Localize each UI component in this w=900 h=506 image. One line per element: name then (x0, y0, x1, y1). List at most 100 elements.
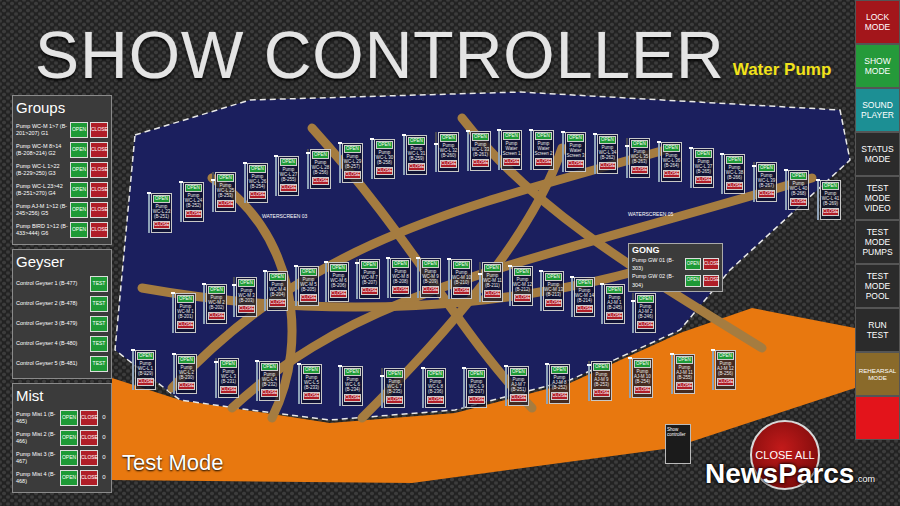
open-button[interactable]: OPEN (408, 137, 425, 145)
slider-knob[interactable] (657, 141, 661, 143)
level-slider[interactable] (172, 293, 174, 333)
open-button[interactable]: OPEN (514, 268, 531, 276)
level-slider[interactable] (626, 138, 628, 178)
slider-knob[interactable] (508, 265, 512, 267)
close-button[interactable]: CLOSE (703, 258, 719, 270)
slider-knob[interactable] (816, 179, 820, 181)
level-slider[interactable] (594, 134, 596, 174)
open-button[interactable]: OPEN (535, 132, 552, 140)
level-slider[interactable] (509, 266, 511, 306)
open-button[interactable]: OPEN (427, 370, 444, 378)
mode-button[interactable]: TEST MODE PUMPS (855, 220, 900, 264)
slider-knob[interactable] (370, 138, 374, 140)
slider-knob[interactable] (171, 292, 175, 294)
level-slider[interactable] (203, 284, 205, 324)
slider-knob[interactable] (529, 129, 533, 131)
open-button[interactable]: OPEN (545, 273, 562, 281)
slider-knob[interactable] (380, 375, 384, 377)
level-slider[interactable] (785, 170, 787, 210)
open-button[interactable]: OPEN (344, 145, 361, 153)
level-slider[interactable] (479, 262, 481, 302)
slider-knob[interactable] (631, 300, 635, 302)
open-button[interactable]: OPEN (551, 366, 568, 374)
slider-knob[interactable] (504, 365, 508, 367)
close-button[interactable]: CLOSE (178, 382, 195, 390)
slider-knob[interactable] (232, 284, 236, 286)
open-button[interactable]: OPEN (468, 370, 485, 378)
open-button[interactable]: OPEN (60, 430, 78, 446)
slider-knob[interactable] (593, 133, 597, 135)
slider-knob[interactable] (570, 276, 574, 278)
close-button[interactable]: CLOSE (758, 190, 775, 198)
close-button[interactable]: CLOSE (261, 389, 278, 397)
close-button[interactable]: CLOSE (535, 158, 552, 166)
slider-knob[interactable] (720, 153, 724, 155)
level-slider[interactable] (215, 358, 217, 398)
level-slider[interactable] (307, 149, 309, 189)
mode-button[interactable]: LOCK MODE (855, 0, 900, 44)
close-button[interactable]: CLOSE (303, 392, 320, 400)
close-button[interactable]: CLOSE (137, 378, 154, 386)
close-button[interactable]: CLOSE (376, 167, 393, 175)
slider-knob[interactable] (202, 283, 206, 285)
open-button[interactable]: OPEN (70, 182, 88, 198)
close-button[interactable]: CLOSE (484, 290, 501, 298)
level-slider[interactable] (817, 180, 819, 220)
slider-knob[interactable] (402, 134, 406, 136)
level-slider[interactable] (753, 162, 755, 202)
open-button[interactable]: OPEN (822, 182, 839, 190)
open-button[interactable]: OPEN (503, 132, 520, 140)
close-button[interactable]: CLOSE (408, 163, 425, 171)
slider-knob[interactable] (497, 129, 501, 131)
open-button[interactable]: OPEN (440, 134, 457, 142)
close-button[interactable]: CLOSE (361, 287, 378, 295)
level-slider[interactable] (530, 130, 532, 170)
close-button[interactable]: CLOSE (422, 286, 439, 294)
close-button[interactable]: CLOSE (80, 450, 98, 466)
open-button[interactable]: OPEN (599, 136, 616, 144)
close-button[interactable]: CLOSE (80, 430, 98, 446)
level-slider[interactable] (467, 131, 469, 171)
slider-knob[interactable] (297, 363, 301, 365)
mode-button[interactable]: RUN TEST (855, 308, 900, 352)
mode-button[interactable]: STATUS MODE (855, 132, 900, 176)
open-button[interactable]: OPEN (60, 410, 78, 426)
close-button[interactable]: CLOSE (220, 386, 237, 394)
slider-knob[interactable] (478, 273, 482, 275)
slider-knob[interactable] (338, 142, 342, 144)
level-slider[interactable] (571, 277, 573, 317)
close-button[interactable]: CLOSE (90, 202, 108, 218)
close-button[interactable]: CLOSE (344, 171, 361, 179)
level-slider[interactable] (256, 361, 258, 401)
close-button[interactable]: CLOSE (153, 221, 170, 229)
close-button[interactable]: CLOSE (392, 286, 409, 294)
open-button[interactable]: OPEN (153, 195, 170, 203)
level-slider[interactable] (417, 258, 419, 298)
test-button[interactable]: TEST (90, 296, 108, 312)
open-button[interactable]: OPEN (593, 363, 610, 371)
level-slider[interactable] (629, 358, 631, 398)
close-button[interactable]: CLOSE (249, 191, 266, 199)
level-slider[interactable] (562, 132, 564, 172)
test-button[interactable]: TEST (90, 336, 108, 352)
open-button[interactable]: OPEN (472, 133, 489, 141)
open-button[interactable]: OPEN (208, 286, 225, 294)
open-button[interactable]: OPEN (261, 363, 278, 371)
close-button[interactable]: CLOSE (717, 378, 734, 386)
level-slider[interactable] (173, 354, 175, 394)
slider-knob[interactable] (243, 162, 247, 164)
open-button[interactable]: OPEN (453, 261, 470, 269)
close-button[interactable]: CLOSE (269, 299, 286, 307)
open-button[interactable]: OPEN (330, 264, 347, 272)
open-button[interactable]: OPEN (185, 184, 202, 192)
slider-knob[interactable] (386, 257, 390, 259)
open-button[interactable]: OPEN (269, 273, 286, 281)
slider-knob[interactable] (561, 131, 565, 133)
slider-knob[interactable] (625, 145, 629, 147)
close-button[interactable]: CLOSE (330, 290, 347, 298)
close-button[interactable]: CLOSE (312, 177, 329, 185)
level-slider[interactable] (435, 132, 437, 172)
slider-knob[interactable] (416, 257, 420, 259)
level-slider[interactable] (264, 271, 266, 311)
slider-knob[interactable] (466, 130, 470, 132)
